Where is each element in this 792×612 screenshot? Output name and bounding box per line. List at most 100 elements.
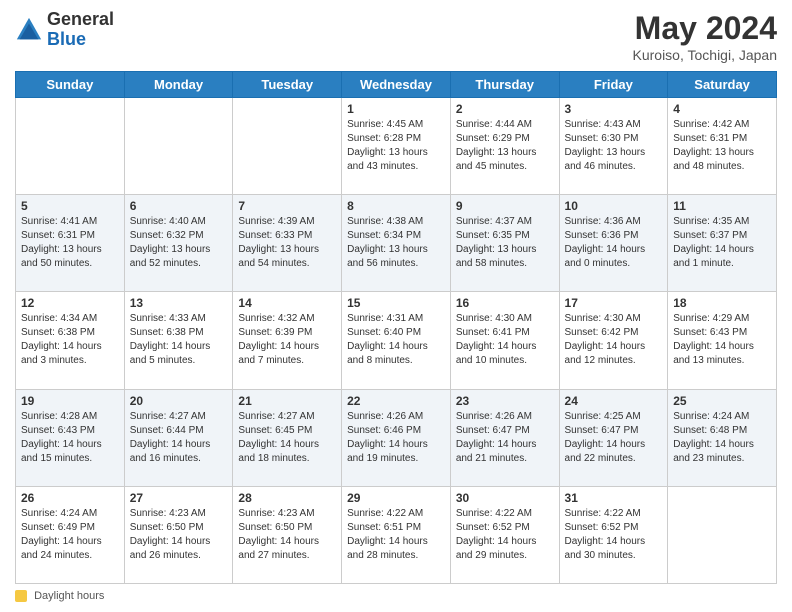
day-number: 16 xyxy=(456,296,554,310)
logo-blue: Blue xyxy=(47,30,114,50)
day-info: Sunrise: 4:36 AM Sunset: 6:36 PM Dayligh… xyxy=(565,215,663,271)
calendar-cell: 24 Sunrise: 4:25 AM Sunset: 6:47 PM Dayli… xyxy=(559,389,668,486)
calendar-cell: 1Sunrise: 4:45 AM Sunset: 6:28 PM Daylig… xyxy=(342,98,451,195)
footer-dot xyxy=(15,590,27,602)
day-info: Sunrise: 4:43 AM Sunset: 6:30 PM Dayligh… xyxy=(565,118,663,174)
logo-text: General Blue xyxy=(47,10,114,50)
day-info: Sunrise: 4:26 AM Sunset: 6:46 PM Dayligh… xyxy=(347,410,445,466)
calendar-cell xyxy=(233,98,342,195)
calendar-cell: 20 Sunrise: 4:27 AM Sunset: 6:44 PM Dayli… xyxy=(124,389,233,486)
calendar-cell: 2Sunrise: 4:44 AM Sunset: 6:29 PM Daylig… xyxy=(450,98,559,195)
day-info: Sunrise: 4:28 AM Sunset: 6:43 PM Dayligh… xyxy=(21,410,119,466)
day-number: 5 xyxy=(21,199,119,213)
day-number: 13 xyxy=(130,296,228,310)
day-info: Sunrise: 4:35 AM Sunset: 6:37 PM Dayligh… xyxy=(673,215,771,271)
calendar-table: SundayMondayTuesdayWednesdayThursdayFrid… xyxy=(15,71,777,584)
day-header-tuesday: Tuesday xyxy=(233,72,342,98)
calendar-cell: 5Sunrise: 4:41 AM Sunset: 6:31 PM Daylig… xyxy=(16,195,125,292)
day-number: 25 xyxy=(673,394,771,408)
calendar-cell: 18 Sunrise: 4:29 AM Sunset: 6:43 PM Dayli… xyxy=(668,292,777,389)
day-header-sunday: Sunday xyxy=(16,72,125,98)
calendar-cell: 8 Sunrise: 4:38 AM Sunset: 6:34 PM Daylig… xyxy=(342,195,451,292)
calendar-cell: 16 Sunrise: 4:30 AM Sunset: 6:41 PM Dayli… xyxy=(450,292,559,389)
calendar-cell: 27Sunrise: 4:23 AM Sunset: 6:50 PM Dayli… xyxy=(124,486,233,583)
day-info: Sunrise: 4:34 AM Sunset: 6:38 PM Dayligh… xyxy=(21,312,119,368)
calendar-cell: 23 Sunrise: 4:26 AM Sunset: 6:47 PM Dayli… xyxy=(450,389,559,486)
day-info: Sunrise: 4:22 AM Sunset: 6:52 PM Dayligh… xyxy=(565,507,663,563)
logo: General Blue xyxy=(15,10,114,50)
day-number: 7 xyxy=(238,199,336,213)
calendar-cell xyxy=(124,98,233,195)
logo-general: General xyxy=(47,10,114,30)
day-info: Sunrise: 4:33 AM Sunset: 6:38 PM Dayligh… xyxy=(130,312,228,368)
day-number: 10 xyxy=(565,199,663,213)
calendar-cell: 9 Sunrise: 4:37 AM Sunset: 6:35 PM Daylig… xyxy=(450,195,559,292)
day-info: Sunrise: 4:22 AM Sunset: 6:52 PM Dayligh… xyxy=(456,507,554,563)
day-info: Sunrise: 4:22 AM Sunset: 6:51 PM Dayligh… xyxy=(347,507,445,563)
day-number: 18 xyxy=(673,296,771,310)
calendar-cell: 21Sunrise: 4:27 AM Sunset: 6:45 PM Dayli… xyxy=(233,389,342,486)
calendar-cell xyxy=(16,98,125,195)
day-info: Sunrise: 4:27 AM Sunset: 6:45 PM Dayligh… xyxy=(238,410,336,466)
day-info: Sunrise: 4:29 AM Sunset: 6:43 PM Dayligh… xyxy=(673,312,771,368)
day-number: 2 xyxy=(456,102,554,116)
day-info: Sunrise: 4:42 AM Sunset: 6:31 PM Dayligh… xyxy=(673,118,771,174)
calendar-cell: 12 Sunrise: 4:34 AM Sunset: 6:38 PM Dayli… xyxy=(16,292,125,389)
calendar-cell: 26Sunrise: 4:24 AM Sunset: 6:49 PM Dayli… xyxy=(16,486,125,583)
day-number: 22 xyxy=(347,394,445,408)
day-number: 15 xyxy=(347,296,445,310)
day-info: Sunrise: 4:23 AM Sunset: 6:50 PM Dayligh… xyxy=(130,507,228,563)
calendar-cell: 29Sunrise: 4:22 AM Sunset: 6:51 PM Dayli… xyxy=(342,486,451,583)
day-number: 12 xyxy=(21,296,119,310)
day-info: Sunrise: 4:23 AM Sunset: 6:50 PM Dayligh… xyxy=(238,507,336,563)
subtitle: Kuroiso, Tochigi, Japan xyxy=(633,47,778,63)
day-info: Sunrise: 4:30 AM Sunset: 6:42 PM Dayligh… xyxy=(565,312,663,368)
day-number: 14 xyxy=(238,296,336,310)
day-info: Sunrise: 4:40 AM Sunset: 6:32 PM Dayligh… xyxy=(130,215,228,271)
calendar-cell: 13 Sunrise: 4:33 AM Sunset: 6:38 PM Dayli… xyxy=(124,292,233,389)
day-number: 20 xyxy=(130,394,228,408)
calendar-cell: 6 Sunrise: 4:40 AM Sunset: 6:32 PM Daylig… xyxy=(124,195,233,292)
day-info: Sunrise: 4:38 AM Sunset: 6:34 PM Dayligh… xyxy=(347,215,445,271)
logo-icon xyxy=(15,16,43,44)
calendar-cell: 31 Sunrise: 4:22 AM Sunset: 6:52 PM Dayli… xyxy=(559,486,668,583)
day-number: 3 xyxy=(565,102,663,116)
day-info: Sunrise: 4:32 AM Sunset: 6:39 PM Dayligh… xyxy=(238,312,336,368)
day-info: Sunrise: 4:39 AM Sunset: 6:33 PM Dayligh… xyxy=(238,215,336,271)
day-number: 19 xyxy=(21,394,119,408)
footer: Daylight hours xyxy=(15,590,777,602)
calendar-cell: 10 Sunrise: 4:36 AM Sunset: 6:36 PM Dayli… xyxy=(559,195,668,292)
day-number: 9 xyxy=(456,199,554,213)
day-info: Sunrise: 4:26 AM Sunset: 6:47 PM Dayligh… xyxy=(456,410,554,466)
day-number: 24 xyxy=(565,394,663,408)
calendar-cell: 11Sunrise: 4:35 AM Sunset: 6:37 PM Dayli… xyxy=(668,195,777,292)
footer-label: Daylight hours xyxy=(34,590,104,602)
day-info: Sunrise: 4:24 AM Sunset: 6:49 PM Dayligh… xyxy=(21,507,119,563)
day-info: Sunrise: 4:37 AM Sunset: 6:35 PM Dayligh… xyxy=(456,215,554,271)
day-info: Sunrise: 4:45 AM Sunset: 6:28 PM Dayligh… xyxy=(347,118,445,174)
day-header-thursday: Thursday xyxy=(450,72,559,98)
day-info: Sunrise: 4:25 AM Sunset: 6:47 PM Dayligh… xyxy=(565,410,663,466)
day-number: 8 xyxy=(347,199,445,213)
day-info: Sunrise: 4:24 AM Sunset: 6:48 PM Dayligh… xyxy=(673,410,771,466)
calendar-cell: 30Sunrise: 4:22 AM Sunset: 6:52 PM Dayli… xyxy=(450,486,559,583)
calendar-cell: 19 Sunrise: 4:28 AM Sunset: 6:43 PM Dayli… xyxy=(16,389,125,486)
calendar-cell: 22 Sunrise: 4:26 AM Sunset: 6:46 PM Dayli… xyxy=(342,389,451,486)
week-row-4: 19 Sunrise: 4:28 AM Sunset: 6:43 PM Dayli… xyxy=(16,389,777,486)
calendar-cell: 25 Sunrise: 4:24 AM Sunset: 6:48 PM Dayli… xyxy=(668,389,777,486)
day-number: 28 xyxy=(238,491,336,505)
calendar-body: 1Sunrise: 4:45 AM Sunset: 6:28 PM Daylig… xyxy=(16,98,777,584)
calendar-header: SundayMondayTuesdayWednesdayThursdayFrid… xyxy=(16,72,777,98)
week-row-2: 5Sunrise: 4:41 AM Sunset: 6:31 PM Daylig… xyxy=(16,195,777,292)
calendar-cell: 3 Sunrise: 4:43 AM Sunset: 6:30 PM Daylig… xyxy=(559,98,668,195)
day-header-saturday: Saturday xyxy=(668,72,777,98)
page: General Blue May 2024 Kuroiso, Tochigi, … xyxy=(0,0,792,612)
day-number: 6 xyxy=(130,199,228,213)
day-number: 17 xyxy=(565,296,663,310)
day-info: Sunrise: 4:30 AM Sunset: 6:41 PM Dayligh… xyxy=(456,312,554,368)
day-info: Sunrise: 4:27 AM Sunset: 6:44 PM Dayligh… xyxy=(130,410,228,466)
day-number: 23 xyxy=(456,394,554,408)
calendar-cell: 15Sunrise: 4:31 AM Sunset: 6:40 PM Dayli… xyxy=(342,292,451,389)
day-number: 31 xyxy=(565,491,663,505)
header: General Blue May 2024 Kuroiso, Tochigi, … xyxy=(15,10,777,63)
